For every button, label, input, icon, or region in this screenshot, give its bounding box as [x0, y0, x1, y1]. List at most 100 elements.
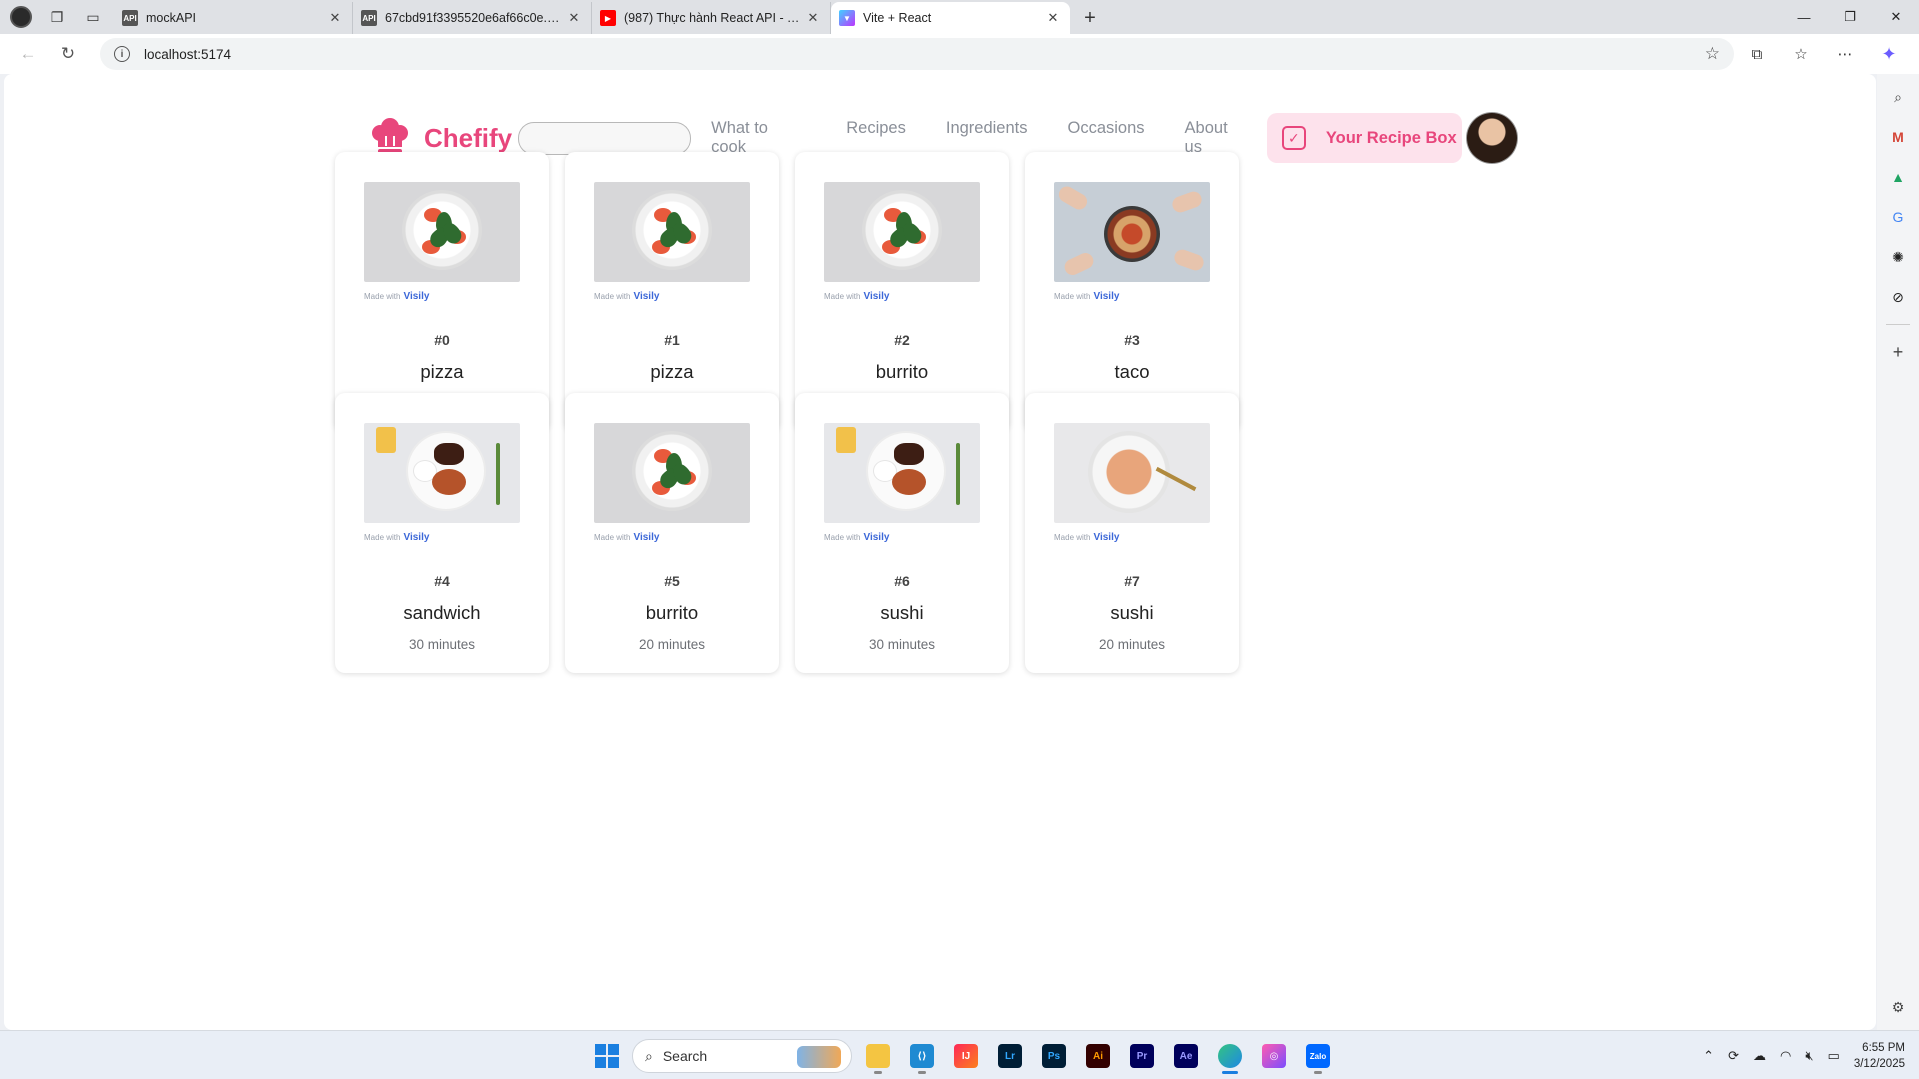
sync-icon[interactable]: ⟳ — [1728, 1048, 1739, 1064]
perplexity-icon[interactable]: ⊘ — [1885, 284, 1911, 310]
intellij-icon[interactable]: IJ — [948, 1038, 984, 1074]
user-avatar[interactable] — [1466, 112, 1518, 164]
clock[interactable]: 6:55 PM 3/12/2025 — [1854, 1040, 1905, 1072]
clock-time: 6:55 PM — [1862, 1041, 1905, 1054]
favorite-star-icon[interactable]: ☆ — [1705, 44, 1720, 64]
food-illustration-part — [836, 427, 856, 453]
recipe-card[interactable]: Made withVisily#3taco30 minutes — [1025, 152, 1239, 432]
food-illustration-part — [1172, 247, 1206, 273]
recipe-card[interactable]: Made with Visily #5 burrito 20 minutes — [565, 393, 779, 673]
refresh-button[interactable]: ↻ — [52, 38, 84, 70]
recipe-name: taco — [1114, 361, 1150, 382]
visily-logo: Visily — [633, 291, 660, 302]
system-tray: ⌃ ⟳ ☁ ◠ 🔇︎ ▭ 6:55 PM 3/12/2025 — [1703, 1031, 1905, 1079]
close-tab-icon[interactable]: ✕ — [1044, 10, 1062, 26]
recipe-card[interactable]: Made withVisily#2burrito30 minutes — [795, 152, 1009, 432]
file-explorer-icon[interactable] — [860, 1038, 896, 1074]
taskbar-search[interactable]: ⌕ Search — [632, 1039, 852, 1073]
app-icon[interactable]: ◎ — [1256, 1038, 1292, 1074]
browser-tab[interactable]: API 67cbd91f3395520e6af66c0e.mockapi.io … — [353, 2, 592, 34]
onedrive-icon[interactable]: ☁ — [1753, 1048, 1766, 1064]
visily-logo: Visily — [403, 532, 430, 543]
extensions-icon[interactable]: ⧉ — [1741, 38, 1773, 70]
illustrator-icon[interactable]: Ai — [1080, 1038, 1116, 1074]
chevron-up-icon[interactable]: ⌃ — [1703, 1048, 1714, 1064]
recipe-image — [824, 182, 980, 282]
profile-icon[interactable] — [8, 4, 34, 30]
browser-tab[interactable]: API mockAPI ✕ — [114, 2, 353, 34]
recipe-id: #7 — [1124, 573, 1140, 589]
recipe-box-label: Your Recipe Box — [1325, 128, 1457, 147]
copilot-icon[interactable]: ✦ — [1873, 38, 1905, 70]
close-window-icon[interactable]: ✕ — [1873, 0, 1919, 34]
food-illustration-part — [1062, 250, 1096, 278]
windows-start-icon[interactable] — [590, 1039, 624, 1073]
recipe-box-button[interactable]: ✓ Your Recipe Box — [1266, 113, 1463, 163]
made-with-label: Made with — [1054, 292, 1091, 301]
minimize-icon[interactable]: — — [1781, 0, 1827, 34]
more-menu-icon[interactable]: ⋯ — [1829, 38, 1861, 70]
settings-gear-icon[interactable]: ⚙ — [1885, 994, 1911, 1020]
made-with-visily-badge: Made with Visily — [364, 291, 429, 302]
translate-icon[interactable]: G — [1885, 204, 1911, 230]
new-tab-button[interactable]: + — [1074, 2, 1106, 34]
photoshop-icon[interactable]: Ps — [1036, 1038, 1072, 1074]
search-input[interactable] — [518, 121, 692, 155]
search-icon[interactable]: ⌕ — [1885, 84, 1911, 110]
drive-icon[interactable]: ▲ — [1885, 164, 1911, 190]
favorites-icon[interactable]: ☆ — [1785, 38, 1817, 70]
recipe-card[interactable]: Made with Visily #6 sushi 30 minutes — [795, 393, 1009, 673]
recipe-card[interactable]: Made with Visily #4 sandwich 30 minutes — [335, 393, 549, 673]
recipe-name: pizza — [650, 361, 694, 382]
openai-icon[interactable]: ✺ — [1885, 244, 1911, 270]
site-info-icon[interactable]: i — [114, 46, 130, 62]
vertical-tabs-icon[interactable]: ▭ — [80, 4, 106, 30]
browser-tab-active[interactable]: ▼ Vite + React ✕ — [831, 2, 1070, 34]
edge-sidebar: ⌕ M ▲ G ✺ ⊘ + ⚙ — [1877, 74, 1919, 1030]
workspaces-icon[interactable]: ❐ — [44, 4, 70, 30]
food-illustration-part — [376, 427, 396, 453]
brand-name: Chefify — [424, 122, 513, 153]
recipe-card[interactable]: Made withVisily#1pizza30 minutes — [565, 152, 779, 432]
browser-tab[interactable]: ▶ (987) Thực hành React API - YouTube ✕ — [592, 2, 831, 34]
address-text: localhost:5174 — [144, 46, 232, 62]
recipe-time: 30 minutes — [408, 637, 476, 652]
restore-icon[interactable]: ❐ — [1827, 0, 1873, 34]
tab-title: (987) Thực hành React API - YouTube — [624, 11, 804, 25]
food-illustration-part — [892, 469, 926, 495]
edge-icon[interactable] — [1212, 1038, 1248, 1074]
recipe-name: pizza — [420, 361, 464, 382]
battery-icon[interactable]: ▭ — [1828, 1048, 1840, 1064]
volume-muted-icon[interactable]: 🔇︎ — [1805, 1048, 1813, 1064]
back-button[interactable]: ← — [12, 38, 44, 70]
add-icon[interactable]: + — [1885, 339, 1911, 365]
wifi-icon[interactable]: ◠ — [1780, 1048, 1791, 1064]
after-effects-icon[interactable]: Ae — [1168, 1038, 1204, 1074]
recipe-name: sushi — [880, 602, 924, 623]
address-bar[interactable]: i localhost:5174 ☆ — [100, 38, 1734, 70]
recipe-card[interactable]: Made with Visily #7 sushi 20 minutes — [1025, 393, 1239, 673]
address-toolbar: ← ↻ i localhost:5174 ☆ ⧉ ☆ ⋯ ✦ — [0, 34, 1919, 74]
made-with-visily-badge: Made with Visily — [824, 291, 889, 302]
vscode-icon[interactable]: ⟨⟩ — [904, 1038, 940, 1074]
recipe-card[interactable]: Made withVisily#0pizza30 minutes — [335, 152, 549, 432]
made-with-label: Made with — [824, 533, 861, 542]
made-with-visily-badge: Made with Visily — [824, 532, 889, 543]
zalo-icon[interactable]: Zalo — [1300, 1038, 1336, 1074]
close-tab-icon[interactable]: ✕ — [565, 10, 583, 26]
recipe-name: sandwich — [403, 602, 481, 623]
gmail-icon[interactable]: M — [1885, 124, 1911, 150]
recipe-id: #4 — [434, 573, 450, 589]
lightroom-icon[interactable]: Lr — [992, 1038, 1028, 1074]
mockapi-favicon: API — [361, 10, 377, 26]
premiere-icon[interactable]: Pr — [1124, 1038, 1160, 1074]
search-icon: ⌕ — [645, 1047, 653, 1064]
recipe-id: #6 — [894, 573, 910, 589]
windows-taskbar: ⌕ Search ⟨⟩ IJ Lr Ps Ai Pr Ae ◎ Zalo ⌃ ⟳… — [0, 1030, 1919, 1079]
food-illustration-part — [894, 443, 924, 465]
food-illustration-part — [1104, 206, 1160, 262]
visily-logo: Visily — [863, 291, 890, 302]
made-with-visily-badge: Made with Visily — [594, 532, 659, 543]
close-tab-icon[interactable]: ✕ — [804, 10, 822, 26]
close-tab-icon[interactable]: ✕ — [326, 10, 344, 26]
